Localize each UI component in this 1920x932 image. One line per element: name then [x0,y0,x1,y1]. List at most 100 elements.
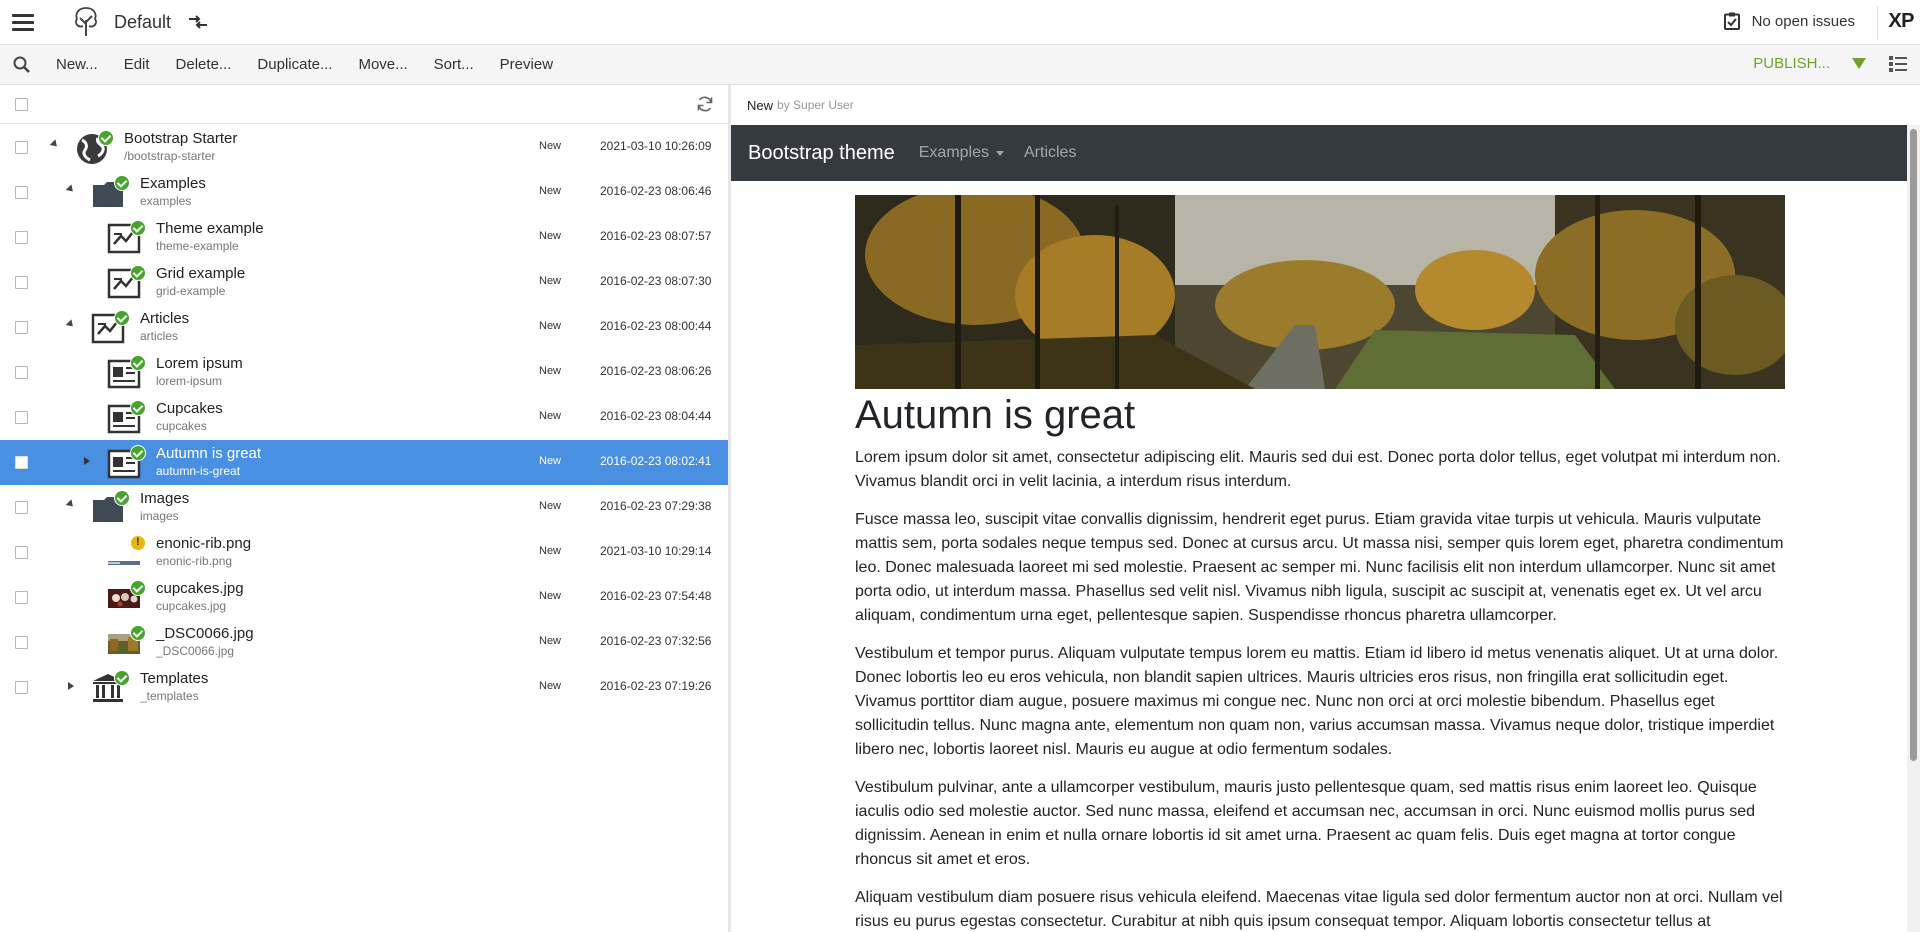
project-name[interactable]: Default [114,12,171,33]
collapse-toggle-icon[interactable] [65,499,76,510]
node-name: enonic-rib.png [156,535,252,552]
status-online-icon [130,400,146,416]
collapse-toggle-icon[interactable] [49,139,60,150]
node-name: Grid example [156,265,246,282]
tree-row[interactable]: Lorem ipsum lorem-ipsum New 2016-02-23 0… [0,350,728,395]
node-path: _templates [140,689,199,703]
row-checkbox[interactable] [15,141,28,154]
status-label: New [539,590,562,602]
node-path: articles [140,329,179,343]
node-name: Theme example [156,220,264,237]
article-paragraph: Aliquam vestibulum diam posuere risus ve… [855,889,1783,930]
issues-button[interactable]: No open issues [1723,12,1855,30]
expand-toggle-icon[interactable] [68,682,74,690]
row-checkbox[interactable] [15,636,28,649]
article-paragraph: Vestibulum pulvinar, ante a ullamcorper … [855,779,1757,868]
collapse-toggle-icon[interactable] [65,319,76,330]
details-panel-toggle-icon[interactable] [1888,55,1908,73]
node-name: Templates [140,670,209,687]
preview-status: New [747,97,774,113]
status-label: New [539,500,562,512]
tree-row-selected[interactable]: Autumn is great autumn-is-great New 2016… [0,440,728,485]
publish-button[interactable]: PUBLISH... [1753,55,1830,72]
tree-row[interactable]: Theme example theme-example New 2016-02-… [0,215,728,260]
status-online-icon [130,445,146,461]
preview-header: New by Super User [731,85,1920,125]
row-checkbox[interactable] [15,591,28,604]
preview-scrollbar[interactable] [1907,125,1920,932]
preview-panel: New by Super User Bootstrap theme Exampl… [731,85,1920,932]
nav-examples-label: Examples [918,144,989,161]
duplicate-button[interactable]: Duplicate... [257,56,332,73]
nav-examples-dropdown[interactable]: Examples [919,144,1004,162]
tree-row[interactable]: Cupcakes cupcakes New 2016-02-23 08:04:4… [0,395,728,440]
modified-date: 2016-02-23 07:32:56 [600,634,712,648]
article-paragraph: Lorem ipsum dolor sit amet, consectetur … [855,449,1781,490]
refresh-icon[interactable] [696,95,714,113]
modified-date: 2016-02-23 08:06:26 [600,364,712,378]
node-name: Bootstrap Starter [124,130,238,147]
switch-project-icon[interactable] [187,14,209,30]
row-checkbox[interactable] [15,681,28,694]
row-checkbox[interactable] [15,231,28,244]
delete-button[interactable]: Delete... [176,56,232,73]
status-online-icon [114,670,130,686]
status-warning-icon [130,535,146,551]
scrollbar-thumb[interactable] [1910,129,1917,761]
modified-date: 2016-02-23 07:19:26 [600,679,712,693]
status-online-icon [114,175,130,191]
nav-articles-link[interactable]: Articles [1024,144,1076,162]
modified-date: 2016-02-23 07:54:48 [600,589,712,603]
tree-row[interactable]: Examples examples New 2016-02-23 08:06:4… [0,170,728,215]
tree-row[interactable]: _DSC0066.jpg _DSC0066.jpg New 2016-02-23… [0,620,728,665]
status-label: New [539,680,562,692]
issues-label: No open issues [1751,12,1855,30]
node-name: Lorem ipsum [156,355,243,372]
tree-row[interactable]: Templates _templates New 2016-02-23 07:1… [0,665,728,710]
select-all-checkbox[interactable] [15,98,28,111]
tree-row[interactable]: cupcakes.jpg cupcakes.jpg New 2016-02-23… [0,575,728,620]
collapse-toggle-icon[interactable] [65,184,76,195]
sort-button[interactable]: Sort... [434,56,474,73]
move-button[interactable]: Move... [358,56,407,73]
modified-date: 2016-02-23 08:07:57 [600,229,712,243]
status-online-icon [98,130,114,146]
status-online-icon [130,220,146,236]
node-path: cupcakes [156,419,207,433]
row-checkbox[interactable] [15,546,28,559]
xp-logo[interactable]: XP [1888,10,1914,33]
node-name: Articles [140,310,190,327]
row-checkbox[interactable] [15,321,28,334]
menu-icon[interactable] [12,13,34,31]
edit-button[interactable]: Edit [124,56,150,73]
article-paragraph: Fusce massa leo, suscipit vitae convalli… [855,511,1784,624]
row-checkbox[interactable] [15,501,28,514]
tree-row[interactable]: Articles articles New 2016-02-23 08:00:4… [0,305,728,350]
status-label: New [539,365,562,377]
modified-date: 2016-02-23 07:29:38 [600,499,712,513]
status-label: New [539,185,562,197]
row-checkbox[interactable] [15,276,28,289]
search-icon[interactable] [12,55,32,75]
tree-row[interactable]: Bootstrap Starter /bootstrap-starter New… [0,125,728,170]
modified-date: 2016-02-23 08:07:30 [600,274,712,288]
node-path: images [140,509,179,523]
node-path: lorem-ipsum [156,374,223,388]
top-bar: Default No open issues XP [0,0,1920,45]
row-checkbox[interactable] [15,366,28,379]
modified-date: 2016-02-23 08:00:44 [600,319,712,333]
publish-menu-dropdown-icon[interactable] [1852,58,1866,69]
expand-toggle-icon[interactable] [84,457,90,465]
content-tree-panel: Bootstrap Starter /bootstrap-starter New… [0,85,728,932]
new-button[interactable]: New... [56,56,98,73]
node-path: cupcakes.jpg [156,599,227,613]
tree-row[interactable]: Images images New 2016-02-23 07:29:38 [0,485,728,530]
tree-header [0,85,728,124]
row-checkbox[interactable] [15,411,28,424]
navbar-brand[interactable]: Bootstrap theme [748,142,895,165]
row-checkbox[interactable] [15,186,28,199]
tree-row[interactable]: enonic-rib.png enonic-rib.png New 2021-0… [0,530,728,575]
row-checkbox[interactable] [15,456,28,469]
preview-button[interactable]: Preview [500,56,553,73]
tree-row[interactable]: Grid example grid-example New 2016-02-23… [0,260,728,305]
